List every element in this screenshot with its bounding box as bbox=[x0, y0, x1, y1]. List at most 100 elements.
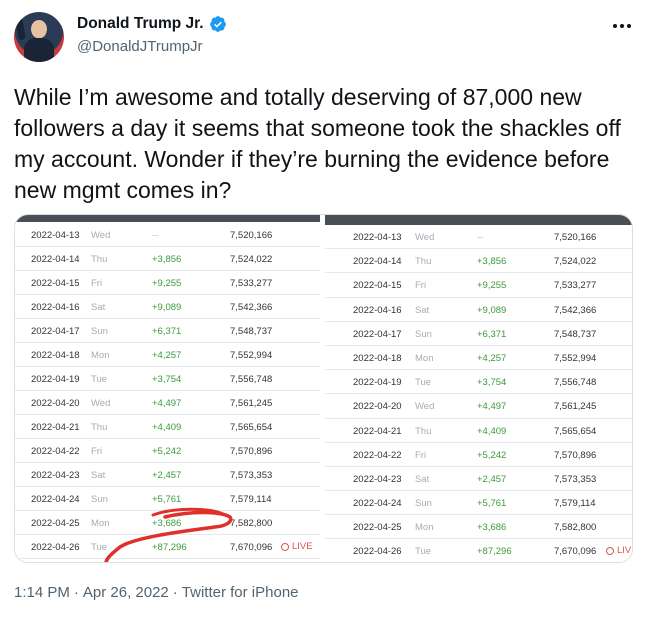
table-row: 2022-04-16 Sat +9,089 7,542,366 bbox=[15, 295, 320, 319]
row-date: 2022-04-14 bbox=[31, 254, 80, 265]
panel-topbar bbox=[15, 215, 320, 222]
row-day: Thu bbox=[415, 256, 432, 268]
row-delta: +87,296 bbox=[477, 546, 512, 558]
live-dot-icon bbox=[281, 542, 289, 551]
more-options-icon[interactable] bbox=[610, 16, 634, 36]
row-date: 2022-04-18 bbox=[353, 352, 402, 364]
row-day: Wed bbox=[91, 230, 111, 241]
row-delta: +9,255 bbox=[477, 280, 507, 292]
row-total: 7,542,366 bbox=[230, 302, 273, 313]
live-label: LIVE bbox=[292, 541, 313, 552]
footer-separator: · bbox=[73, 584, 79, 601]
row-delta: +6,371 bbox=[477, 328, 507, 340]
tweet-source[interactable]: Twitter for iPhone bbox=[182, 584, 299, 601]
row-date: 2022-04-14 bbox=[353, 256, 402, 268]
row-day: Thu bbox=[415, 425, 432, 437]
row-delta: -- bbox=[152, 230, 159, 241]
table-row: 2022-04-23 Sat +2,457 7,573,353 bbox=[15, 463, 320, 487]
tweet-text: While I’m awesome and totally deserving … bbox=[14, 84, 621, 203]
row-day: Thu bbox=[91, 422, 108, 433]
row-delta: +5,761 bbox=[152, 494, 182, 505]
row-date: 2022-04-15 bbox=[353, 280, 402, 292]
row-date: 2022-04-22 bbox=[31, 446, 80, 457]
row-date: 2022-04-17 bbox=[353, 328, 402, 340]
row-date: 2022-04-15 bbox=[31, 278, 80, 289]
table-row: 2022-04-26 Tue +87,296 7,670,096 LIVE bbox=[325, 539, 632, 562]
row-total: 7,556,748 bbox=[554, 377, 597, 389]
row-day: Sat bbox=[91, 470, 106, 481]
row-date: 2022-04-26 bbox=[353, 546, 402, 558]
table-row: 2022-04-13 Wed -- 7,520,166 bbox=[15, 223, 320, 247]
row-day: Sun bbox=[415, 498, 432, 510]
row-total: 7,542,366 bbox=[554, 304, 597, 316]
row-total: 7,573,353 bbox=[554, 473, 597, 485]
author-name-row: Donald Trump Jr. bbox=[77, 15, 227, 33]
row-date: 2022-04-24 bbox=[31, 494, 80, 505]
more-dot bbox=[620, 24, 624, 28]
row-total: 7,552,994 bbox=[554, 352, 597, 364]
table-row: 2022-04-19 Tue +3,754 7,556,748 bbox=[15, 367, 320, 391]
live-indicator: LIVE bbox=[606, 545, 632, 556]
row-day: Thu bbox=[91, 254, 108, 265]
author-handle[interactable]: @DonaldJTrumpJr bbox=[77, 38, 203, 55]
more-dot bbox=[627, 24, 631, 28]
row-day: Fri bbox=[415, 280, 427, 292]
row-day: Sun bbox=[91, 326, 108, 337]
row-delta: +3,686 bbox=[477, 522, 507, 534]
row-date: 2022-04-26 bbox=[31, 542, 80, 553]
row-date: 2022-04-18 bbox=[31, 350, 80, 361]
tweet-date[interactable]: Apr 26, 2022 bbox=[83, 584, 169, 601]
row-day: Wed bbox=[91, 398, 111, 409]
row-date: 2022-04-23 bbox=[353, 473, 402, 485]
row-day: Mon bbox=[415, 522, 434, 534]
row-date: 2022-04-25 bbox=[353, 522, 402, 534]
row-date: 2022-04-22 bbox=[353, 449, 402, 461]
tweet-media[interactable]: 2022-04-13 Wed -- 7,520,166 2022-04-14 Thu +3,… bbox=[14, 214, 633, 563]
footer-separator: · bbox=[172, 584, 178, 601]
table-row: 2022-04-16 Sat +9,089 7,542,366 bbox=[325, 298, 632, 322]
table-row: 2022-04-18 Mon +4,257 7,552,994 bbox=[325, 346, 632, 371]
row-date: 2022-04-17 bbox=[31, 326, 80, 337]
row-day: Tue bbox=[415, 377, 432, 389]
row-date: 2022-04-21 bbox=[31, 422, 80, 433]
table-row: 2022-04-15 Fri +9,255 7,533,277 bbox=[15, 271, 320, 295]
table-row: 2022-04-22 Fri +5,242 7,570,896 bbox=[15, 439, 320, 463]
table-row: 2022-04-22 Fri +5,242 7,570,896 bbox=[325, 443, 632, 467]
row-date: 2022-04-16 bbox=[31, 302, 80, 313]
tweet-time[interactable]: 1:14 PM bbox=[14, 584, 70, 601]
table-row: 2022-04-24 Sun +5,761 7,579,114 bbox=[15, 487, 320, 511]
table-row: 2022-04-21 Thu +4,409 7,565,654 bbox=[15, 415, 320, 439]
verified-badge-icon bbox=[209, 16, 226, 32]
row-delta: +4,257 bbox=[477, 352, 507, 364]
row-total: 7,524,022 bbox=[554, 256, 597, 268]
row-delta: +4,409 bbox=[152, 422, 182, 433]
row-delta: -- bbox=[477, 232, 484, 243]
row-total: 7,520,166 bbox=[554, 232, 597, 243]
avatar-suit bbox=[24, 38, 54, 62]
row-delta: +9,089 bbox=[152, 302, 182, 313]
row-delta: +3,686 bbox=[152, 518, 182, 529]
row-total: 7,570,896 bbox=[230, 446, 273, 457]
row-total: 7,573,353 bbox=[230, 470, 273, 481]
author-name[interactable]: Donald Trump Jr. bbox=[77, 15, 204, 33]
row-day: Wed bbox=[415, 401, 435, 413]
media-panel-left: 2022-04-13 Wed -- 7,520,166 2022-04-14 Thu +3,… bbox=[15, 215, 320, 562]
table-row: 2022-04-20 Wed +4,497 7,561,245 bbox=[325, 394, 632, 419]
row-delta: +2,457 bbox=[152, 470, 182, 481]
table-row: 2022-04-19 Tue +3,754 7,556,748 bbox=[325, 370, 632, 395]
row-delta: +3,754 bbox=[152, 374, 182, 385]
tweet-header: Donald Trump Jr. @DonaldJTrumpJr bbox=[14, 12, 636, 62]
row-total: 7,565,654 bbox=[554, 425, 597, 437]
row-date: 2022-04-19 bbox=[31, 374, 80, 385]
row-delta: +5,242 bbox=[477, 449, 507, 461]
row-date: 2022-04-20 bbox=[31, 398, 80, 409]
row-date: 2022-04-13 bbox=[31, 230, 80, 241]
tweet-footer: 1:14 PM · Apr 26, 2022 · Twitter for iPh… bbox=[14, 584, 299, 601]
row-delta: +3,754 bbox=[477, 377, 507, 389]
row-total: 7,524,022 bbox=[230, 254, 273, 265]
table-row: 2022-04-15 Fri +9,255 7,533,277 bbox=[325, 273, 632, 298]
row-day: Sat bbox=[415, 304, 430, 316]
row-day: Wed bbox=[415, 232, 435, 243]
avatar[interactable] bbox=[14, 12, 64, 62]
row-total: 7,565,654 bbox=[230, 422, 273, 433]
